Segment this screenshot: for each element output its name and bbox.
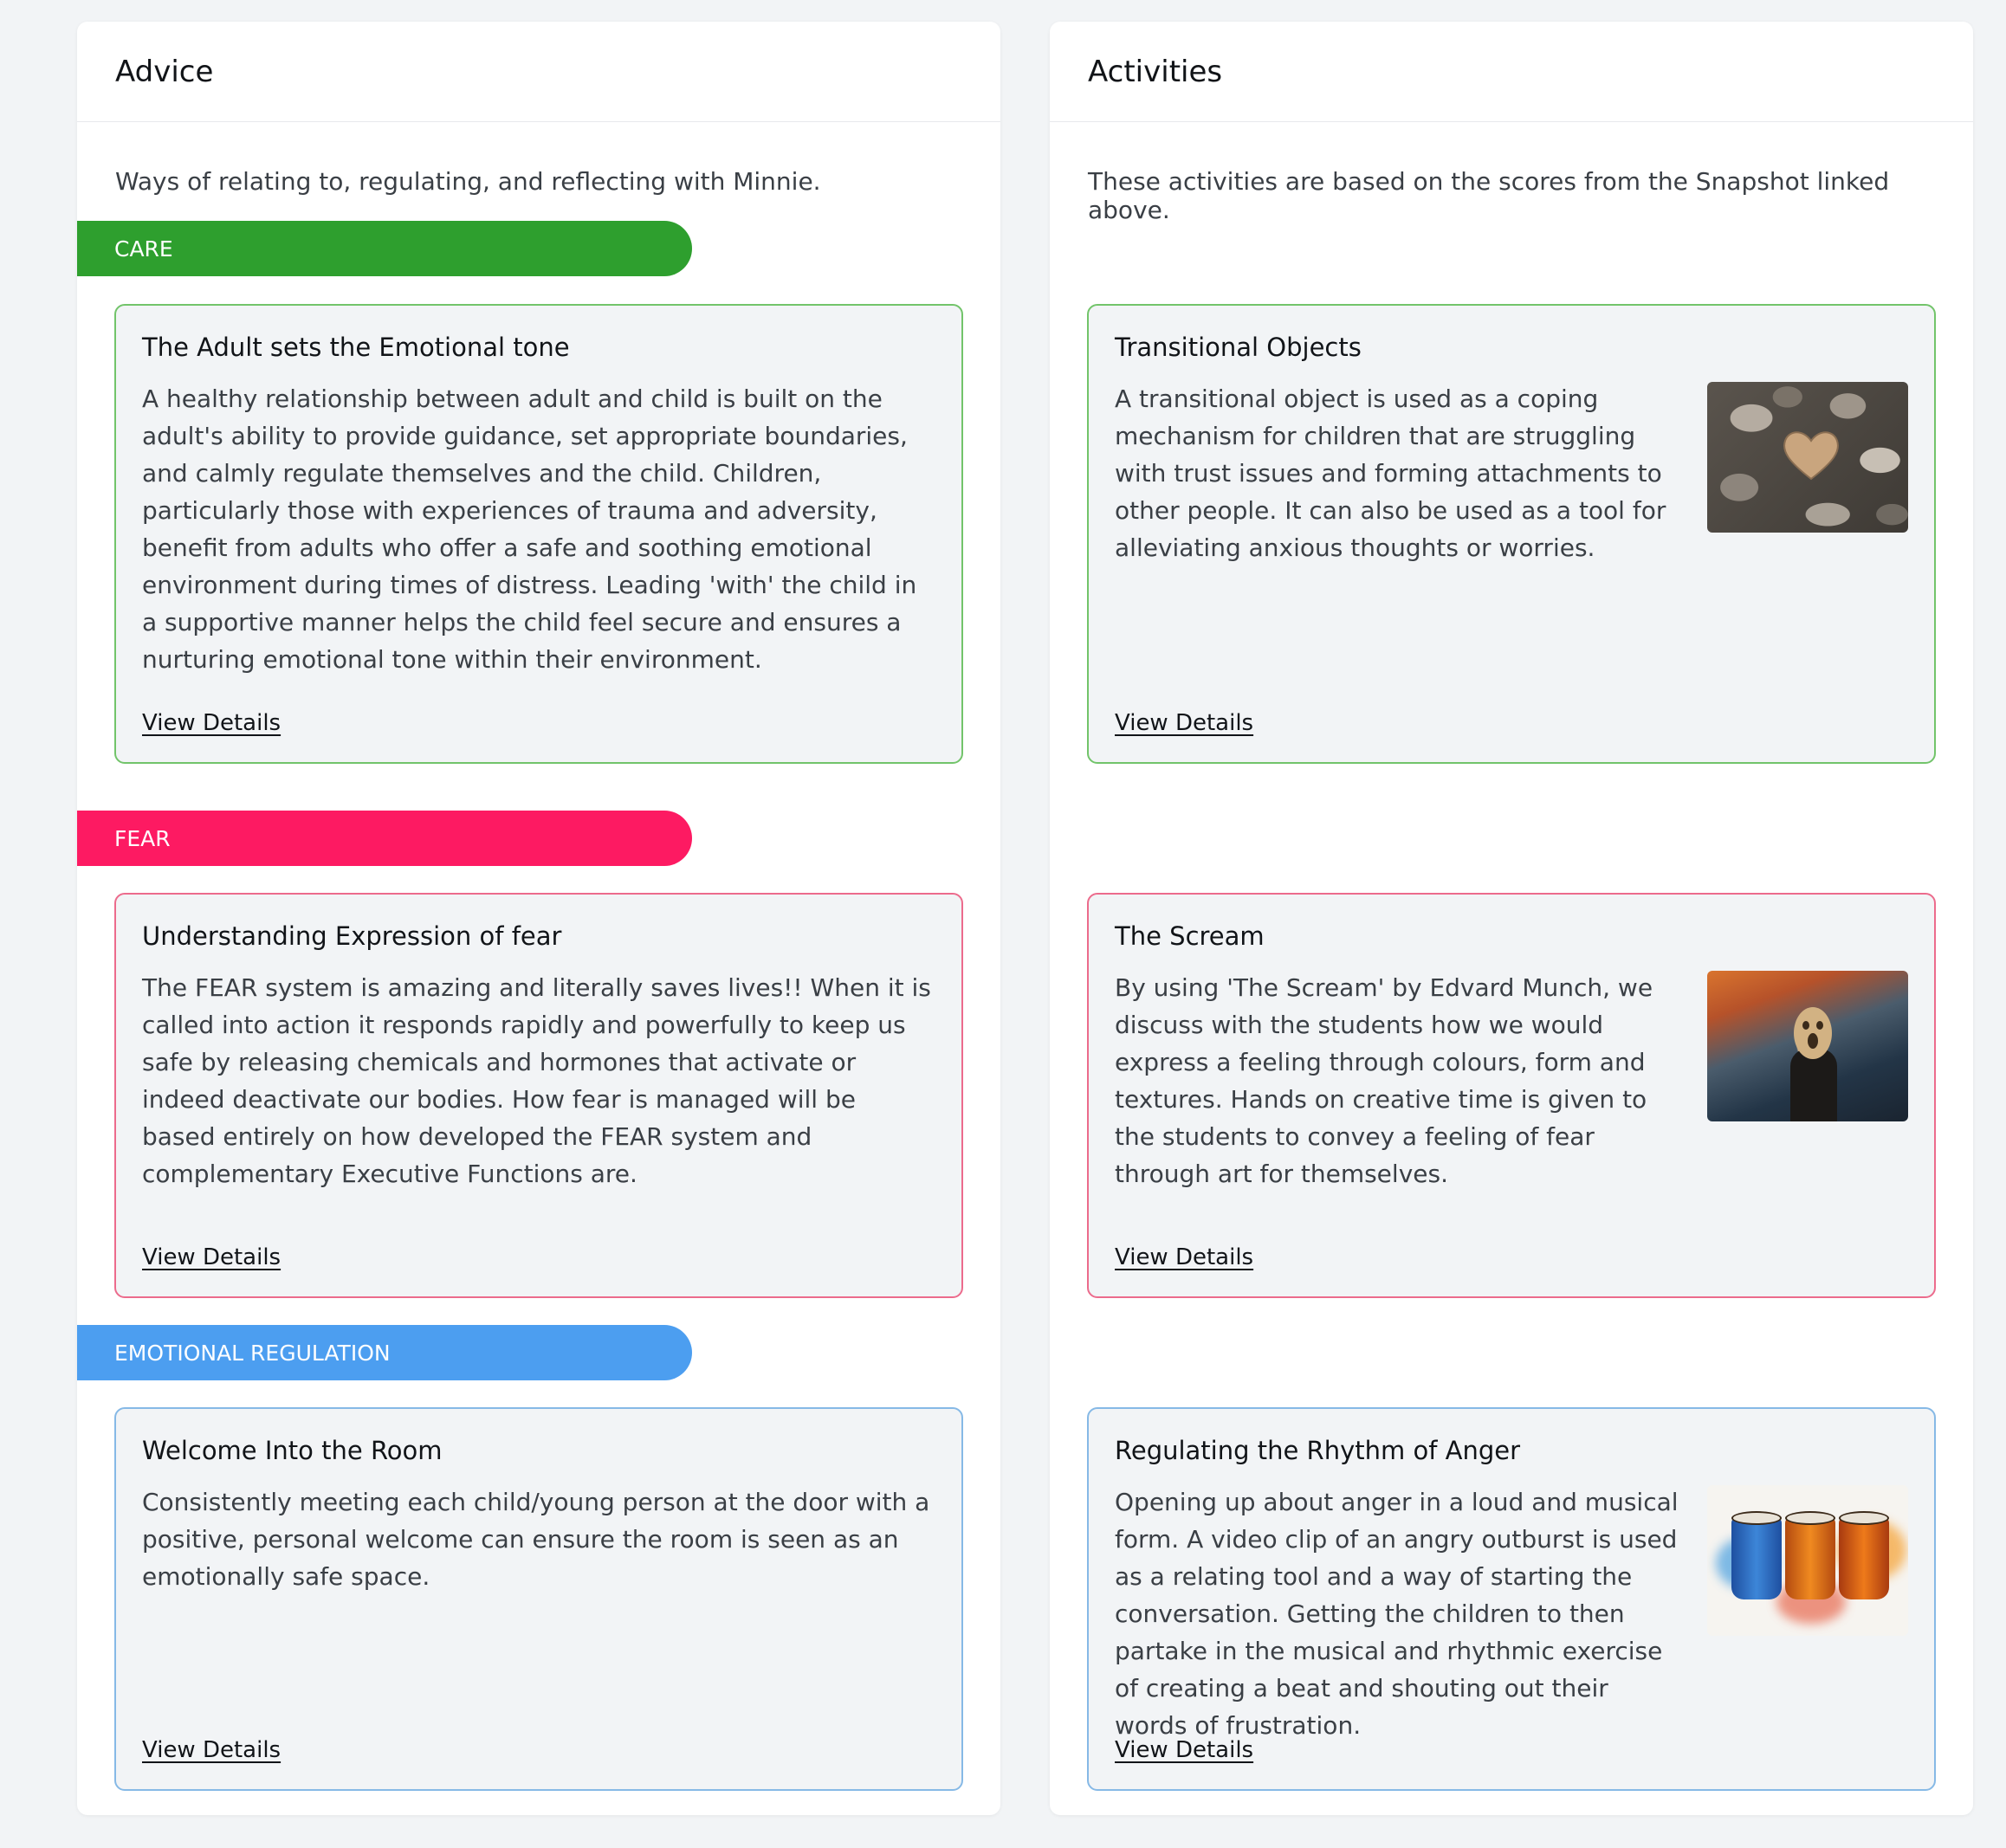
advice-card-emotional-regulation: Welcome Into the Room Consistently meeti… bbox=[114, 1407, 963, 1791]
view-details-link[interactable]: View Details bbox=[142, 1737, 281, 1763]
card-text: By using 'The Scream' by Edvard Munch, w… bbox=[1115, 972, 1653, 1188]
drum-orange bbox=[1785, 1515, 1835, 1599]
card-text: The FEAR system is amazing and literally… bbox=[142, 972, 931, 1188]
drum-orange-2 bbox=[1839, 1515, 1889, 1599]
activities-title: Activities bbox=[1088, 54, 1223, 89]
view-details-link[interactable]: View Details bbox=[1115, 1244, 1253, 1270]
drum-head bbox=[1785, 1510, 1835, 1525]
activities-header: Activities bbox=[1050, 22, 1973, 122]
view-details-link[interactable]: View Details bbox=[142, 1244, 281, 1270]
scream-painting-image bbox=[1707, 970, 1908, 1121]
scream-eye-right bbox=[1816, 1020, 1823, 1030]
section-label-care: CARE bbox=[114, 236, 173, 262]
activity-card-the-scream: The Scream By using 'The Scream' by Edva… bbox=[1087, 893, 1936, 1298]
advice-title: Advice bbox=[115, 54, 214, 89]
view-details-link[interactable]: View Details bbox=[1115, 1737, 1253, 1763]
card-text: Consistently meeting each child/young pe… bbox=[142, 1487, 930, 1591]
advice-card-fear: Understanding Expression of fear The FEA… bbox=[114, 893, 963, 1298]
card-text: Opening up about anger in a loud and mus… bbox=[1115, 1487, 1679, 1740]
card-text: A transitional object is used as a copin… bbox=[1115, 384, 1666, 562]
section-bar-care: CARE bbox=[77, 221, 692, 276]
card-title: The Adult sets the Emotional tone bbox=[142, 333, 570, 362]
scream-eye-left bbox=[1802, 1020, 1809, 1030]
card-text: A healthy relationship between adult and… bbox=[142, 384, 917, 674]
drum-blue bbox=[1731, 1515, 1782, 1599]
section-bar-fear: FEAR bbox=[77, 811, 692, 866]
section-label-fear: FEAR bbox=[114, 825, 171, 851]
card-title: The Scream bbox=[1115, 921, 1265, 951]
section-label-emotional-regulation: EMOTIONAL REGULATION bbox=[114, 1340, 391, 1366]
card-title: Regulating the Rhythm of Anger bbox=[1115, 1436, 1521, 1465]
view-details-link[interactable]: View Details bbox=[142, 710, 281, 736]
scream-figure-body bbox=[1790, 1048, 1837, 1121]
drum-head bbox=[1839, 1510, 1889, 1525]
card-title: Understanding Expression of fear bbox=[142, 921, 562, 951]
advice-header: Advice bbox=[77, 22, 1000, 122]
card-title: Transitional Objects bbox=[1115, 333, 1362, 362]
activities-intro: These activities are based on the scores… bbox=[1088, 167, 1890, 224]
card-title: Welcome Into the Room bbox=[142, 1436, 443, 1465]
heart-stone-image bbox=[1707, 381, 1908, 533]
drums-image bbox=[1707, 1484, 1908, 1636]
activity-card-rhythm-of-anger: Regulating the Rhythm of Anger Opening u… bbox=[1087, 1407, 1936, 1791]
activity-card-transitional-objects: Transitional Objects A transitional obje… bbox=[1087, 304, 1936, 764]
view-details-link[interactable]: View Details bbox=[1115, 710, 1253, 736]
activities-panel: Activities These activities are based on… bbox=[1050, 22, 1973, 1815]
scream-mouth bbox=[1808, 1032, 1818, 1049]
advice-intro: Ways of relating to, regulating, and ref… bbox=[115, 167, 821, 196]
advice-card-care: The Adult sets the Emotional tone A heal… bbox=[114, 304, 963, 764]
section-bar-emotional-regulation: EMOTIONAL REGULATION bbox=[77, 1325, 692, 1380]
advice-panel: Advice Ways of relating to, regulating, … bbox=[77, 22, 1000, 1815]
drum-head bbox=[1731, 1510, 1782, 1525]
heart-stone-icon bbox=[1783, 430, 1839, 480]
